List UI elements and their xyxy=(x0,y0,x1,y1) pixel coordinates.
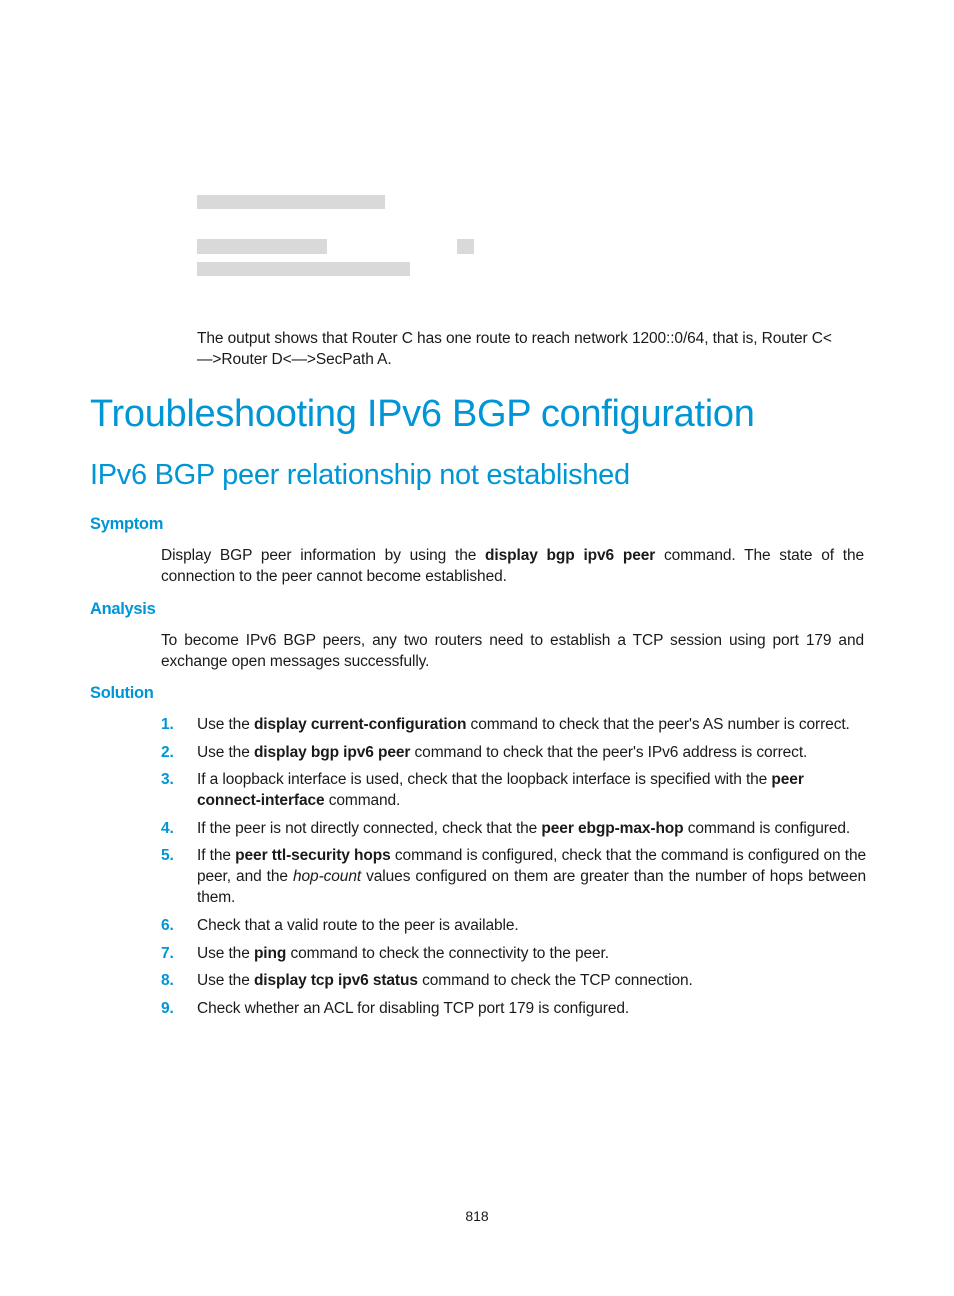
symptom-text-pre: Display BGP peer information by using th… xyxy=(161,547,486,564)
step-command: display tcp ipv6 status xyxy=(253,972,418,989)
step-text: command is configured. xyxy=(683,820,851,837)
step-command: ping xyxy=(253,945,287,962)
redacted-block xyxy=(457,239,474,254)
step-number: 3. xyxy=(161,771,174,788)
solution-step: 2. Use the display bgp ipv6 peer command… xyxy=(161,742,866,763)
solution-step: 8. Use the display tcp ipv6 status comma… xyxy=(161,970,866,991)
step-text: command. xyxy=(324,792,401,809)
step-number: 4. xyxy=(161,820,174,837)
page-number: 818 xyxy=(465,1208,489,1224)
step-command: peer ttl-security hops xyxy=(235,847,391,864)
solution-step: 1. Use the display current-configuration… xyxy=(161,714,866,735)
symptom-command: display bgp ipv6 peer xyxy=(485,547,656,564)
step-text: If the peer is not directly connected, c… xyxy=(197,820,542,837)
solution-step: 4. If the peer is not directly connected… xyxy=(161,818,866,839)
step-command: display bgp ipv6 peer xyxy=(253,744,411,761)
redacted-block xyxy=(197,195,385,209)
step-command: peer ebgp-max-hop xyxy=(541,820,684,837)
redacted-block xyxy=(197,262,410,276)
solution-step: 7. Use the ping command to check the con… xyxy=(161,943,866,964)
step-text: command to check the connectivity to the… xyxy=(286,945,609,962)
symptom-paragraph: Display BGP peer information by using th… xyxy=(161,545,864,587)
step-text: Use the xyxy=(197,945,254,962)
solution-heading: Solution xyxy=(90,684,154,702)
step-text: Use the xyxy=(197,744,254,761)
redacted-block xyxy=(197,239,327,254)
step-text: Use the xyxy=(197,972,254,989)
step-number: 5. xyxy=(161,847,174,864)
step-text: If the xyxy=(197,847,236,864)
step-text: Use the xyxy=(197,716,254,733)
analysis-heading: Analysis xyxy=(90,600,156,618)
step-text: command to check that the peer's IPv6 ad… xyxy=(410,744,808,761)
step-parameter: hop-count xyxy=(293,868,362,885)
step-number: 1. xyxy=(161,716,174,733)
page-title: Troubleshooting IPv6 BGP configuration xyxy=(90,393,755,435)
solution-step: 5. If the peer ttl-security hops command… xyxy=(161,845,866,908)
solution-step: 3. If a loopback interface is used, chec… xyxy=(161,769,866,811)
solution-step: 9. Check whether an ACL for disabling TC… xyxy=(161,998,866,1019)
step-text: Check that a valid route to the peer is … xyxy=(197,917,519,934)
step-text: If a loopback interface is used, check t… xyxy=(197,771,772,788)
step-text: command to check the TCP connection. xyxy=(417,972,693,989)
intro-paragraph: The output shows that Router C has one r… xyxy=(197,330,832,368)
symptom-heading: Symptom xyxy=(90,515,164,533)
step-number: 2. xyxy=(161,744,174,761)
section-title: IPv6 BGP peer relationship not establish… xyxy=(90,459,630,491)
step-command: display current-configuration xyxy=(253,716,467,733)
step-text: Check whether an ACL for disabling TCP p… xyxy=(197,1000,630,1017)
step-number: 7. xyxy=(161,945,174,962)
step-number: 8. xyxy=(161,972,174,989)
solution-step: 6. Check that a valid route to the peer … xyxy=(161,915,866,936)
step-number: 6. xyxy=(161,917,174,934)
step-number: 9. xyxy=(161,1000,174,1017)
step-text: command to check that the peer's AS numb… xyxy=(466,716,850,733)
analysis-paragraph: To become IPv6 BGP peers, any two router… xyxy=(161,632,864,670)
